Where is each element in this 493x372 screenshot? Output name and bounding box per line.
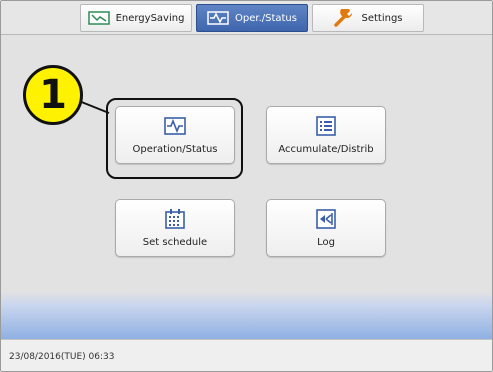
date-time-display: 23/08/2016(TUE) 06:33 <box>9 351 115 362</box>
callout-leader-line <box>78 100 110 114</box>
touch-panel-screen: EnergySaving Oper./Status Settings Opera… <box>0 0 493 372</box>
step-number: 1 <box>39 72 67 118</box>
step-callout: 1 <box>23 65 83 125</box>
status-bar: 23/08/2016(TUE) 06:33 <box>1 339 492 371</box>
